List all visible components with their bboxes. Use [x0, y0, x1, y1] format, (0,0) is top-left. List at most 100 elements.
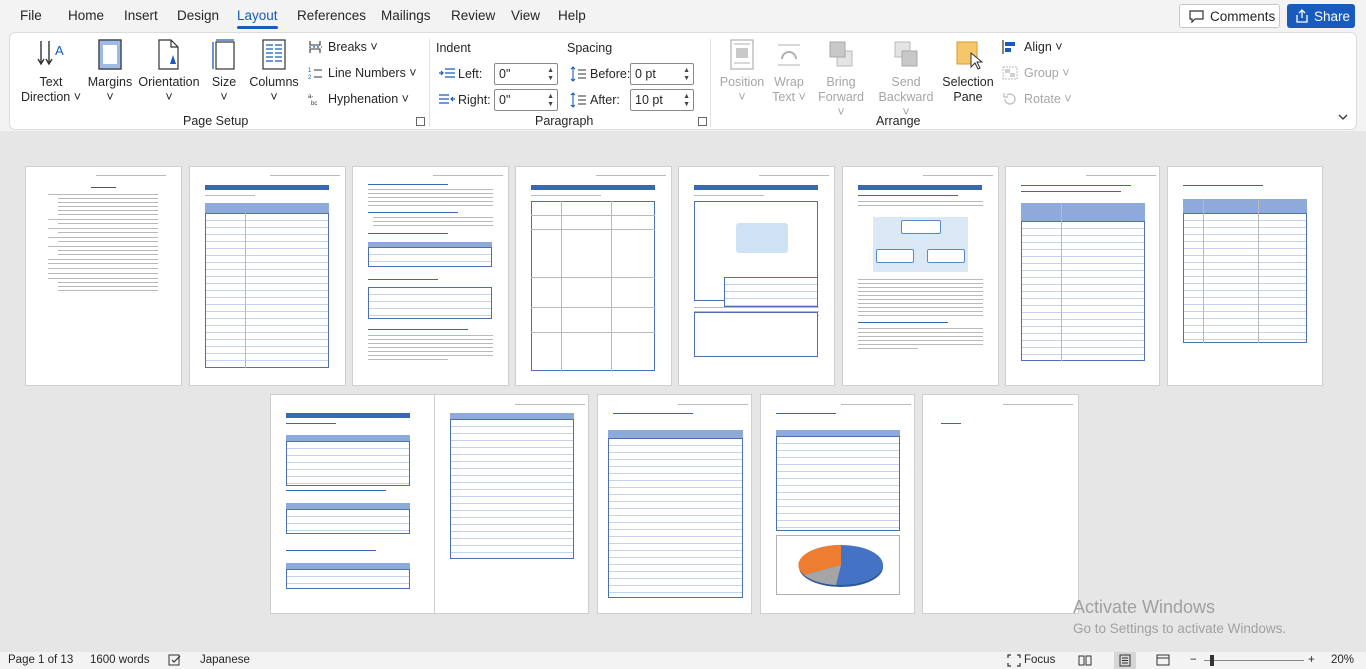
zoom-level[interactable]: 20% — [1331, 654, 1354, 666]
hyphenation-button[interactable]: a-bc Hyphenation ˅ — [308, 92, 409, 106]
rotate-icon — [1003, 93, 1016, 105]
page-thumbnail-8[interactable] — [1167, 166, 1323, 386]
indent-right-input[interactable]: 0" ▲ ▼ — [494, 89, 558, 111]
tab-layout[interactable]: Layout — [237, 8, 278, 29]
text-direction-icon: A — [37, 41, 64, 66]
selection-pane-button[interactable]: Selection Pane — [940, 39, 996, 105]
svg-text:A: A — [55, 43, 64, 58]
tab-home[interactable]: Home — [68, 8, 104, 23]
group-button[interactable]: Group ˅ — [1002, 66, 1070, 80]
page-thumbnail-12[interactable] — [760, 394, 915, 614]
spin-down-icon[interactable]: ▼ — [683, 101, 690, 109]
spin-down-icon[interactable]: ▼ — [683, 75, 690, 83]
breaks-label: Breaks ˅ — [328, 40, 378, 54]
columns-icon — [262, 39, 286, 70]
page-thumbnail-11[interactable] — [597, 394, 752, 614]
orientation-caret: ˅ — [165, 90, 173, 104]
focus-icon[interactable] — [1007, 654, 1021, 669]
page-thumbnail-5[interactable] — [678, 166, 835, 386]
page-thumbnail-4[interactable] — [515, 166, 672, 386]
word-count[interactable]: 1600 words — [90, 654, 149, 666]
tab-design[interactable]: Design — [177, 8, 219, 23]
send-backward-label-1: Send — [891, 75, 921, 89]
svg-text:a-: a- — [308, 94, 313, 100]
spin-down-icon[interactable]: ▼ — [547, 75, 554, 83]
spacing-before-label: Before: — [590, 67, 631, 81]
rotate-button[interactable]: Rotate ˅ — [1002, 92, 1072, 106]
page-count[interactable]: Page 1 of 13 — [8, 654, 73, 666]
indent-right-value: 0" — [499, 93, 511, 107]
columns-caret: ˅ — [270, 90, 278, 104]
paragraph-launcher-icon[interactable] — [698, 117, 707, 126]
document-canvas[interactable]: Activate Windows Go to Settings to activ… — [0, 131, 1366, 652]
arrange-group-label: Arrange — [876, 114, 921, 128]
bring-forward-button[interactable]: Bring Forward ˅ — [813, 39, 869, 120]
zoom-slider-thumb[interactable] — [1210, 655, 1214, 666]
align-button[interactable]: Align ˅ — [1002, 40, 1063, 54]
send-backward-icon — [894, 41, 918, 67]
share-button[interactable]: Share — [1287, 4, 1355, 28]
focus-button[interactable]: Focus — [1024, 654, 1055, 666]
breaks-button[interactable]: Breaks ˅ — [308, 40, 378, 54]
orientation-button[interactable]: Orientation ˅ — [137, 39, 201, 105]
pie-chart-icon — [798, 544, 883, 587]
columns-button[interactable]: Columns ˅ — [246, 39, 302, 105]
page-thumbnail-6[interactable] — [842, 166, 999, 386]
send-backward-button[interactable]: Send Backward ˅ — [874, 39, 938, 120]
spacing-before-input[interactable]: 0 pt ▲ ▼ — [630, 63, 694, 85]
breaks-icon — [309, 41, 322, 53]
position-button[interactable]: Position ˅ — [717, 39, 767, 105]
tab-view[interactable]: View — [511, 8, 540, 23]
tab-references[interactable]: References — [297, 8, 366, 23]
size-icon — [212, 39, 235, 70]
comment-icon — [1189, 9, 1204, 23]
size-label: Size — [211, 75, 237, 89]
collapse-ribbon-chevron-icon[interactable] — [1338, 110, 1348, 120]
page-setup-group-label: Page Setup — [183, 114, 249, 128]
tab-mailings[interactable]: Mailings — [381, 8, 431, 23]
spacing-after-input[interactable]: 10 pt ▲ ▼ — [630, 89, 694, 111]
activate-windows-watermark: Activate Windows Go to Settings to activ… — [1073, 597, 1286, 636]
tab-help[interactable]: Help — [558, 8, 586, 23]
page-thumbnail-3[interactable] — [352, 166, 509, 386]
indent-left-input[interactable]: 0" ▲ ▼ — [494, 63, 558, 85]
proofing-icon[interactable] — [168, 654, 182, 669]
margins-caret: ˅ — [106, 90, 114, 104]
page-thumbnail-10[interactable] — [434, 394, 589, 614]
spin-up-icon[interactable]: ▲ — [683, 93, 690, 101]
page-thumbnail-13[interactable] — [922, 394, 1079, 614]
web-layout-icon[interactable] — [1156, 654, 1172, 669]
columns-label: Columns — [249, 75, 299, 89]
spin-up-icon[interactable]: ▲ — [547, 93, 554, 101]
spin-up-icon[interactable]: ▲ — [547, 67, 554, 75]
zoom-in-button[interactable]: + — [1308, 654, 1315, 666]
language-indicator[interactable]: Japanese — [200, 654, 250, 666]
tab-insert[interactable]: Insert — [124, 8, 158, 23]
tab-file[interactable]: File — [20, 8, 42, 23]
size-button[interactable]: Size ˅ — [207, 39, 241, 105]
bring-forward-icon — [829, 41, 853, 67]
rotate-label: Rotate ˅ — [1024, 92, 1072, 106]
selection-pane-icon — [956, 41, 983, 70]
page-thumbnail-7[interactable] — [1005, 166, 1160, 386]
spin-up-icon[interactable]: ▲ — [683, 67, 690, 75]
page-thumbnail-2[interactable] — [189, 166, 346, 386]
wrap-text-button[interactable]: Wrap Text ˅ — [770, 39, 808, 105]
page-thumbnail-1[interactable] — [25, 166, 182, 386]
indent-right-label: Right: — [458, 93, 491, 107]
read-mode-icon[interactable] — [1078, 654, 1092, 669]
divider — [710, 39, 711, 127]
line-numbers-button[interactable]: 12 Line Numbers ˅ — [308, 66, 417, 80]
text-direction-button[interactable]: A Text Direction ˅ — [20, 39, 82, 105]
margins-button[interactable]: Margins ˅ — [86, 39, 134, 105]
zoom-slider[interactable] — [1204, 660, 1304, 661]
spin-down-icon[interactable]: ▼ — [547, 101, 554, 109]
bring-forward-label-1: Bring — [826, 75, 856, 89]
zoom-out-button[interactable]: − — [1190, 654, 1197, 666]
comments-button[interactable]: Comments — [1179, 4, 1280, 28]
tab-review[interactable]: Review — [451, 8, 495, 23]
print-layout-icon[interactable] — [1114, 652, 1136, 669]
spacing-after-label: After: — [590, 93, 620, 107]
page-setup-launcher-icon[interactable] — [416, 117, 425, 126]
menu-bar: File Home Insert Design Layout Reference… — [0, 0, 1366, 32]
